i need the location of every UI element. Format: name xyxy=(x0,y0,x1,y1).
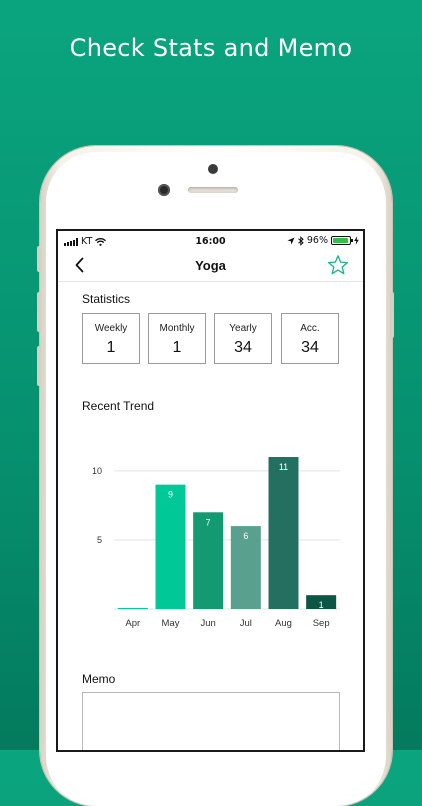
x-tick-label: Aug xyxy=(275,618,292,629)
app-screen: KT 16:00 96% Yoga Statistics Weekly 1 Mo… xyxy=(58,231,363,750)
data-label: 7 xyxy=(206,517,211,527)
stat-box-yearly: Yearly 34 xyxy=(214,313,272,364)
page-title: Yoga xyxy=(195,258,226,273)
power-button xyxy=(390,292,394,338)
location-arrow-icon xyxy=(287,237,295,244)
recent-trend-chart: 5 10 Apr 9 May 7 Jun 6 Jul 11 Aug 1 Sep xyxy=(92,457,340,629)
stat-box-accumulated: Acc. 34 xyxy=(281,313,339,364)
stat-box-monthly: Monthly 1 xyxy=(148,313,206,364)
y-tick-label: 10 xyxy=(92,466,102,476)
statistics-title: Statistics xyxy=(82,292,131,306)
data-label: 9 xyxy=(168,490,173,500)
volume-down-button xyxy=(37,346,41,386)
stat-label: Monthly xyxy=(159,323,195,334)
status-right: 96% xyxy=(287,235,359,246)
stat-value: 34 xyxy=(301,339,319,356)
data-label: 11 xyxy=(279,462,288,472)
x-tick-label: Sep xyxy=(313,618,330,629)
battery-icon xyxy=(331,236,353,245)
stat-label: Weekly xyxy=(94,323,128,334)
stat-value: 34 xyxy=(234,339,252,356)
stat-value: 1 xyxy=(172,339,182,356)
x-tick-label: Jul xyxy=(240,618,252,629)
memo-field[interactable] xyxy=(82,692,340,750)
stat-value: 1 xyxy=(106,339,116,356)
data-label: 1 xyxy=(319,600,324,610)
x-tick-label: May xyxy=(162,618,180,629)
proximity-sensor xyxy=(208,164,218,174)
stat-box-weekly: Weekly 1 xyxy=(82,313,140,364)
volume-up-button xyxy=(37,292,41,332)
bluetooth-icon xyxy=(298,235,304,246)
y-tick-label: 5 xyxy=(97,535,102,545)
bar xyxy=(117,608,148,609)
recent-trend-title: Recent Trend xyxy=(82,399,155,413)
stat-label: Acc. xyxy=(300,323,320,334)
bar xyxy=(155,484,186,609)
earpiece-speaker xyxy=(188,187,238,193)
battery-percent: 96% xyxy=(306,235,328,246)
stat-label: Yearly xyxy=(229,323,257,334)
memo-title: Memo xyxy=(82,672,116,686)
bar xyxy=(268,457,299,609)
charging-bolt-icon xyxy=(354,236,359,245)
nav-bar: Yoga xyxy=(58,251,363,282)
x-tick-label: Apr xyxy=(125,618,140,629)
data-label: 6 xyxy=(243,531,248,541)
front-camera xyxy=(158,184,170,196)
promo-headline: Check Stats and Memo xyxy=(69,34,353,62)
star-outline-icon[interactable] xyxy=(327,254,349,276)
mute-switch xyxy=(37,246,41,272)
x-tick-label: Jun xyxy=(201,618,216,629)
status-bar: KT 16:00 96% xyxy=(58,231,363,251)
